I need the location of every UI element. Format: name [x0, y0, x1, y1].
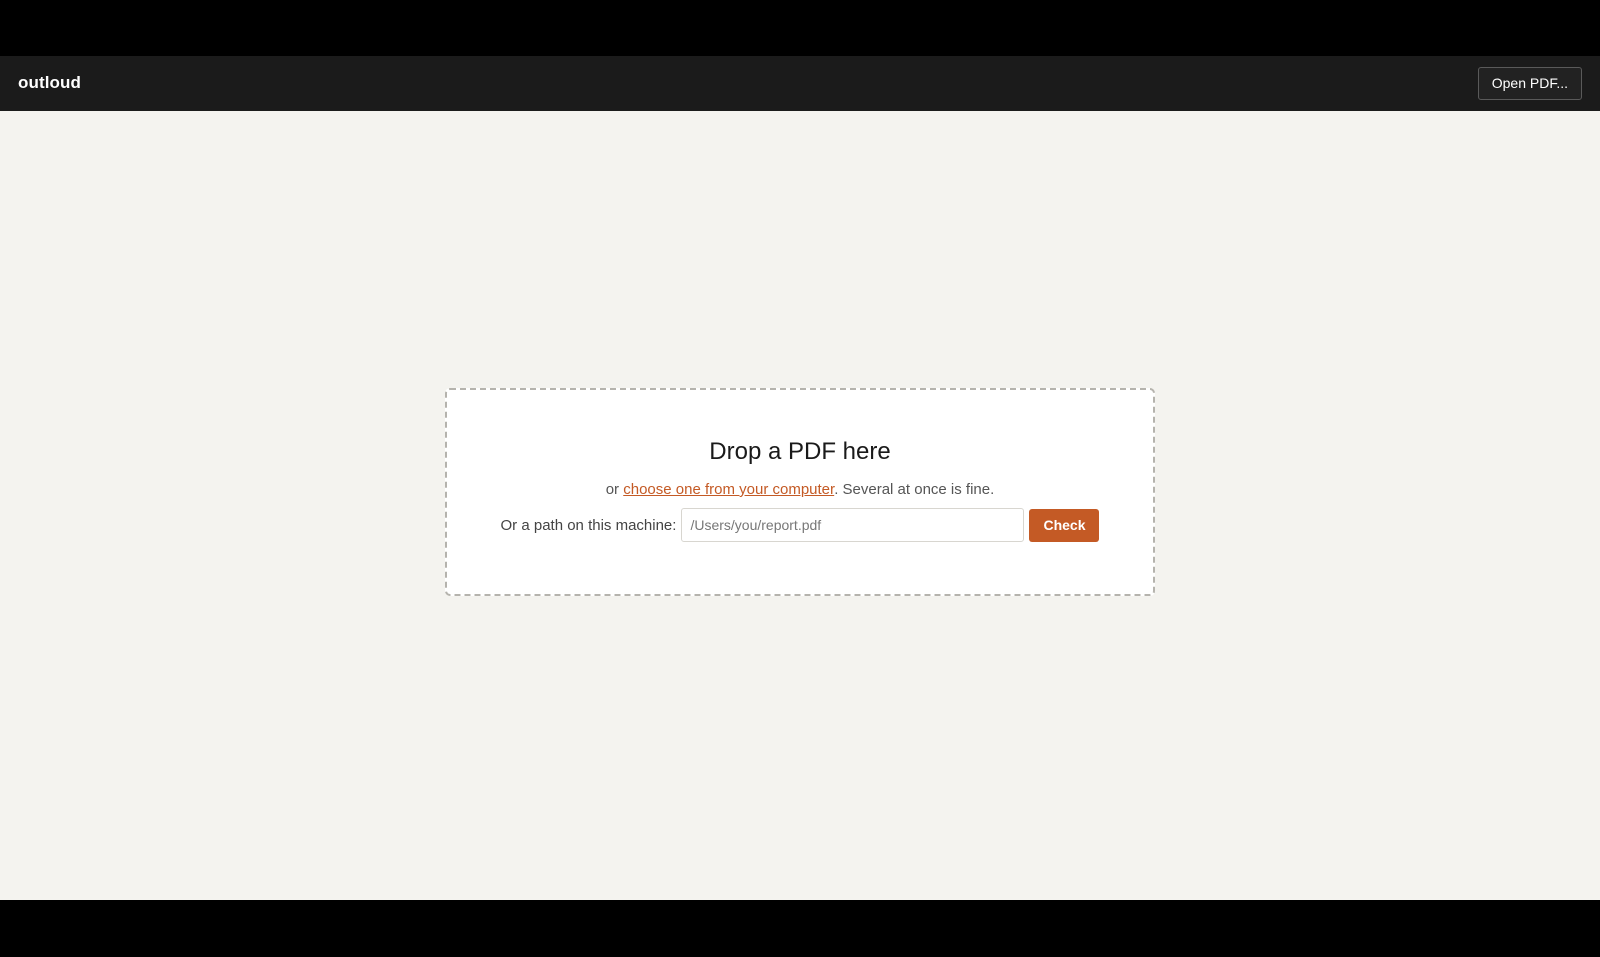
pdf-dropzone[interactable]: Drop a PDF here or choose one from your …	[445, 388, 1155, 596]
screen-letterbox-top	[0, 0, 1600, 56]
dropzone-sub-prefix: or	[605, 481, 624, 498]
screen-letterbox-bottom	[0, 900, 1600, 957]
path-label: Or a path on this machine:	[500, 516, 677, 534]
dropzone-title: Drop a PDF here	[709, 438, 891, 465]
path-input[interactable]	[681, 508, 1025, 542]
dropzone-sub-suffix: . Several at once is fine.	[834, 481, 995, 498]
app-title: outloud	[18, 73, 82, 92]
top-bar: outloud Open PDF...	[0, 56, 1600, 111]
check-button[interactable]: Check	[1029, 508, 1100, 542]
choose-file-link[interactable]: choose one from your computer	[623, 481, 834, 498]
app-window: outloud Open PDF... Drop a PDF here or c…	[0, 56, 1600, 900]
open-pdf-button[interactable]: Open PDF...	[1477, 67, 1582, 100]
dropzone-subtitle: or choose one from your computer. Severa…	[447, 481, 1153, 498]
path-row: Or a path on this machine: Check	[447, 508, 1153, 542]
